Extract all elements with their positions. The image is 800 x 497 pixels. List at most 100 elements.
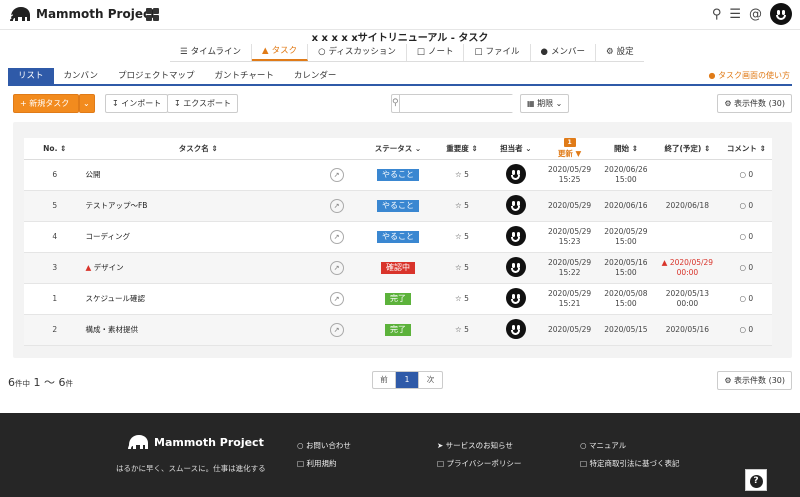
prev-page-button[interactable]: 前	[373, 372, 396, 388]
comments-cell[interactable]: ○ 0	[720, 283, 772, 315]
assignee-avatar[interactable]	[505, 287, 526, 308]
page-1-button[interactable]: 1	[396, 372, 419, 388]
user-avatar[interactable]	[770, 3, 792, 25]
subtab-calendar[interactable]: カレンダー	[284, 68, 347, 84]
comments-cell[interactable]: ○ 0	[720, 221, 772, 253]
external-link-icon[interactable]: ↗	[329, 261, 344, 275]
import-button[interactable]: ↧ インポート	[105, 94, 169, 113]
priority-cell[interactable]: ☆ 5	[433, 252, 491, 284]
priority-cell[interactable]: ☆ 5	[433, 190, 491, 222]
export-button[interactable]: ↧ エクスポート	[167, 94, 239, 113]
search-input[interactable]	[399, 95, 518, 112]
task-name-cell[interactable]: 公開	[85, 159, 311, 191]
status-badge[interactable]: やること	[376, 200, 419, 212]
status-badge[interactable]: やること	[376, 169, 419, 181]
subtab-kanban[interactable]: カンバン	[54, 68, 108, 84]
col-start[interactable]: 開始 ⇕	[597, 138, 655, 160]
status-badge[interactable]: 完了	[384, 293, 411, 305]
assignee-avatar[interactable]	[505, 163, 526, 184]
search-icon[interactable]: ⚲	[712, 8, 722, 21]
send-icon: ➤	[437, 441, 446, 450]
task-name-cell[interactable]: テストアップ〜FB	[85, 190, 311, 222]
service-news-link[interactable]: ➤ サービスのお知らせ	[437, 440, 513, 451]
mention-icon[interactable]: @	[749, 8, 762, 21]
task-name[interactable]: 構成・素材提供	[85, 325, 138, 334]
brand-logo[interactable]: Mammoth Project	[8, 5, 156, 23]
tab-member[interactable]: ● メンバー	[531, 44, 596, 61]
col-no[interactable]: No. ⇕	[24, 138, 86, 160]
priority-cell[interactable]: ☆ 5	[433, 221, 491, 253]
new-task-dropdown-button[interactable]: ⌄	[79, 94, 95, 113]
table-row[interactable]: 6 公開 ↗ やること ☆ 5 2020/05/29 15:25 2020/06/26 15:0…	[24, 159, 772, 191]
task-name[interactable]: コーディング	[85, 232, 129, 241]
table-row[interactable]: 5 テストアップ〜FB ↗ やること ☆ 5 2020/05/29 2020/06/16 20…	[24, 190, 772, 222]
subtab-project-map[interactable]: プロジェクトマップ	[108, 68, 205, 84]
next-page-button[interactable]: 次	[419, 372, 442, 388]
external-link-icon[interactable]: ↗	[329, 199, 344, 213]
footer: Mammoth Project はるかに早く、スムースに。仕事は進化する ○ お…	[0, 413, 800, 497]
subtab-gantt[interactable]: ガントチャート	[204, 68, 283, 84]
task-name[interactable]: テストアップ〜FB	[85, 201, 147, 210]
tab-note[interactable]: □ ノート	[407, 44, 465, 61]
status-badge[interactable]: やること	[376, 231, 419, 243]
assignee-avatar[interactable]	[505, 256, 526, 277]
comments-cell[interactable]: ○ 0	[720, 159, 772, 191]
col-comments[interactable]: コメント ⇕	[720, 138, 772, 160]
table-row[interactable]: 4 コーディング ↗ やること ☆ 5 2020/05/29 15:23 2020/05/29…	[24, 221, 772, 253]
comments-cell[interactable]: ○ 0	[720, 252, 772, 284]
privacy-link[interactable]: □ プライバシーポリシー	[437, 458, 521, 469]
assignee-cell	[490, 159, 542, 191]
task-name-cell[interactable]: スケジュール確認	[85, 283, 311, 315]
display-count-button[interactable]: ⚙ 表示件数 (30)	[717, 94, 792, 113]
table-row[interactable]: 1 スケジュール確認 ↗ 完了 ☆ 5 2020/05/29 15:21 2020/05/08…	[24, 283, 772, 315]
search-icon: ⚲	[392, 95, 400, 112]
tab-settings[interactable]: ⚙ 設定	[596, 44, 644, 61]
assignee-avatar[interactable]	[505, 194, 526, 215]
external-link-icon[interactable]: ↗	[329, 292, 344, 306]
subtab-list[interactable]: リスト	[8, 68, 54, 84]
status-badge[interactable]: 確認中	[380, 262, 415, 274]
help-button[interactable]: ?	[745, 469, 767, 491]
assignee-avatar[interactable]	[505, 318, 526, 339]
terms-link[interactable]: □ 利用規約	[297, 458, 336, 469]
col-priority[interactable]: 重要度 ⇕	[433, 138, 491, 160]
tab-discussion[interactable]: ○ ディスカッション	[308, 44, 407, 61]
new-task-button[interactable]: + 新規タスク	[13, 94, 79, 113]
col-updated[interactable]: 1 更新 ▼	[541, 138, 598, 160]
tab-timeline[interactable]: ☰ タイムライン	[170, 44, 253, 61]
footer-logo[interactable]: Mammoth Project	[126, 433, 264, 451]
inbox-icon[interactable]: ☰	[729, 8, 741, 21]
sitemap-icon: ▲	[262, 46, 269, 56]
task-name[interactable]: デザイン	[94, 263, 124, 272]
deadline-filter-button[interactable]: ▦ 期限 ⌄	[520, 94, 570, 113]
tab-task[interactable]: ▲ タスク	[252, 44, 309, 61]
assignee-avatar[interactable]	[505, 225, 526, 246]
priority-cell[interactable]: ☆ 5	[433, 283, 491, 315]
task-name[interactable]: 公開	[85, 170, 100, 179]
table-row[interactable]: 2 構成・素材提供 ↗ 完了 ☆ 5 2020/05/29 2020/05/15 2020/0…	[24, 314, 772, 346]
col-end[interactable]: 終了(予定) ⇕	[654, 138, 721, 160]
task-name[interactable]: スケジュール確認	[85, 294, 144, 303]
contact-link[interactable]: ○ お問い合わせ	[297, 440, 351, 451]
priority-cell[interactable]: ☆ 5	[433, 314, 491, 346]
col-assignee[interactable]: 担当者 ⌄	[490, 138, 542, 160]
external-link-icon[interactable]: ↗	[329, 323, 344, 337]
col-task-name[interactable]: タスク名 ⇕	[85, 138, 311, 160]
comments-cell[interactable]: ○ 0	[720, 190, 772, 222]
comments-cell[interactable]: ○ 0	[720, 314, 772, 346]
task-name-cell[interactable]: コーディング	[85, 221, 311, 253]
priority-cell[interactable]: ☆ 5	[433, 159, 491, 191]
external-link-icon[interactable]: ↗	[329, 230, 344, 244]
status-badge[interactable]: 完了	[384, 324, 411, 336]
task-name-cell[interactable]: 構成・素材提供	[85, 314, 311, 346]
task-name-cell[interactable]: ▲ デザイン	[85, 252, 311, 284]
manual-link[interactable]: ○ マニュアル	[580, 440, 626, 451]
external-link-icon[interactable]: ↗	[329, 168, 344, 182]
apps-grid-icon[interactable]	[146, 8, 159, 21]
howto-link[interactable]: ● タスク画面の使い方	[708, 70, 790, 81]
table-row[interactable]: 3 ▲ デザイン ↗ 確認中 ☆ 5 2020/05/29 15:22 2020/05/16 1…	[24, 252, 772, 284]
col-status[interactable]: ステータス ⌄	[362, 138, 434, 160]
display-count-bottom-button[interactable]: ⚙ 表示件数 (30)	[717, 371, 792, 390]
tab-file[interactable]: □ ファイル	[464, 44, 531, 61]
commerce-law-link[interactable]: □ 特定商取引法に基づく表記	[580, 458, 679, 469]
